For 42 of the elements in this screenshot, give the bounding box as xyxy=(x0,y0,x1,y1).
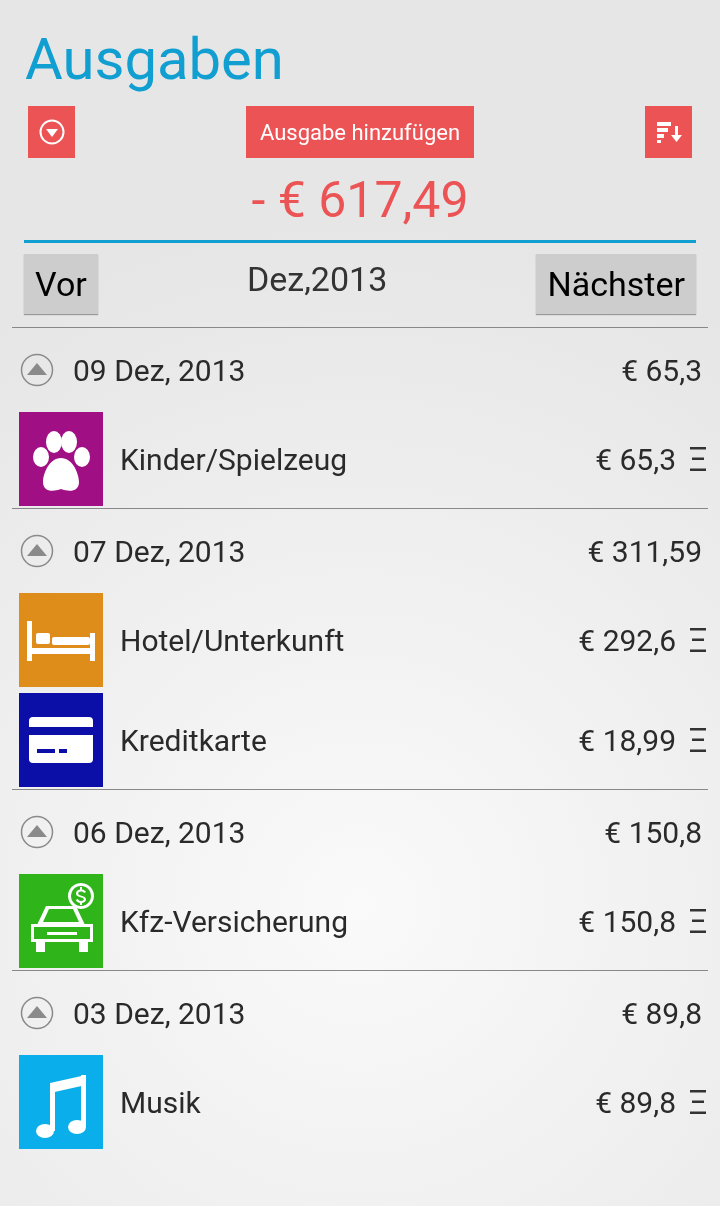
page-title: Ausgaben xyxy=(25,24,285,94)
credit-card-icon xyxy=(29,717,93,763)
day-total: € 65,3 xyxy=(621,351,702,390)
drag-handle-icon[interactable] xyxy=(690,447,706,471)
expense-amount: € 150,8 xyxy=(578,902,676,941)
expense-amount: € 18,99 xyxy=(578,721,676,760)
collapse-icon[interactable] xyxy=(20,353,54,387)
category-name: Kinder/Spielzeug xyxy=(120,440,348,479)
sort-button[interactable] xyxy=(645,106,692,158)
car-insurance-icon xyxy=(31,883,94,952)
drag-handle-icon[interactable] xyxy=(690,728,706,752)
day-total: € 311,59 xyxy=(587,532,702,571)
day-total: € 150,8 xyxy=(604,813,702,852)
day-total: € 89,8 xyxy=(621,994,702,1033)
caret-down-icon xyxy=(38,119,65,145)
category-name: Hotel/Unterkunft xyxy=(120,621,345,660)
category-name: Kfz-Versicherung xyxy=(120,902,348,941)
collapse-icon[interactable] xyxy=(20,996,54,1030)
expense-amount: € 89,8 xyxy=(595,1083,676,1122)
date-label: 09 Dez, 2013 xyxy=(73,351,246,390)
drag-handle-icon[interactable] xyxy=(690,1090,706,1114)
paw-icon xyxy=(33,431,90,491)
collapse-icon[interactable] xyxy=(20,815,54,849)
expense-amount: € 292,6 xyxy=(578,621,676,660)
drag-handle-icon[interactable] xyxy=(690,909,706,933)
date-label: 03 Dez, 2013 xyxy=(73,994,246,1033)
category-name: Musik xyxy=(120,1083,201,1122)
period-label: Dez,2013 xyxy=(246,257,388,301)
collapse-icon[interactable] xyxy=(20,534,54,568)
date-label: 06 Dez, 2013 xyxy=(73,813,246,852)
next-button[interactable]: Nächster xyxy=(536,254,696,314)
date-label: 07 Dez, 2013 xyxy=(73,532,246,571)
dropdown-button[interactable] xyxy=(28,106,75,158)
previous-button[interactable]: Vor xyxy=(24,254,98,314)
category-name: Kreditkarte xyxy=(120,721,267,760)
total-amount: - € 617,49 xyxy=(251,170,469,231)
bed-icon xyxy=(27,621,95,661)
sort-icon xyxy=(654,119,683,145)
expense-amount: € 65,3 xyxy=(595,440,676,479)
music-note-icon xyxy=(36,1075,86,1138)
add-expense-button[interactable]: Ausgabe hinzufügen xyxy=(245,106,475,158)
drag-handle-icon[interactable] xyxy=(690,628,706,652)
